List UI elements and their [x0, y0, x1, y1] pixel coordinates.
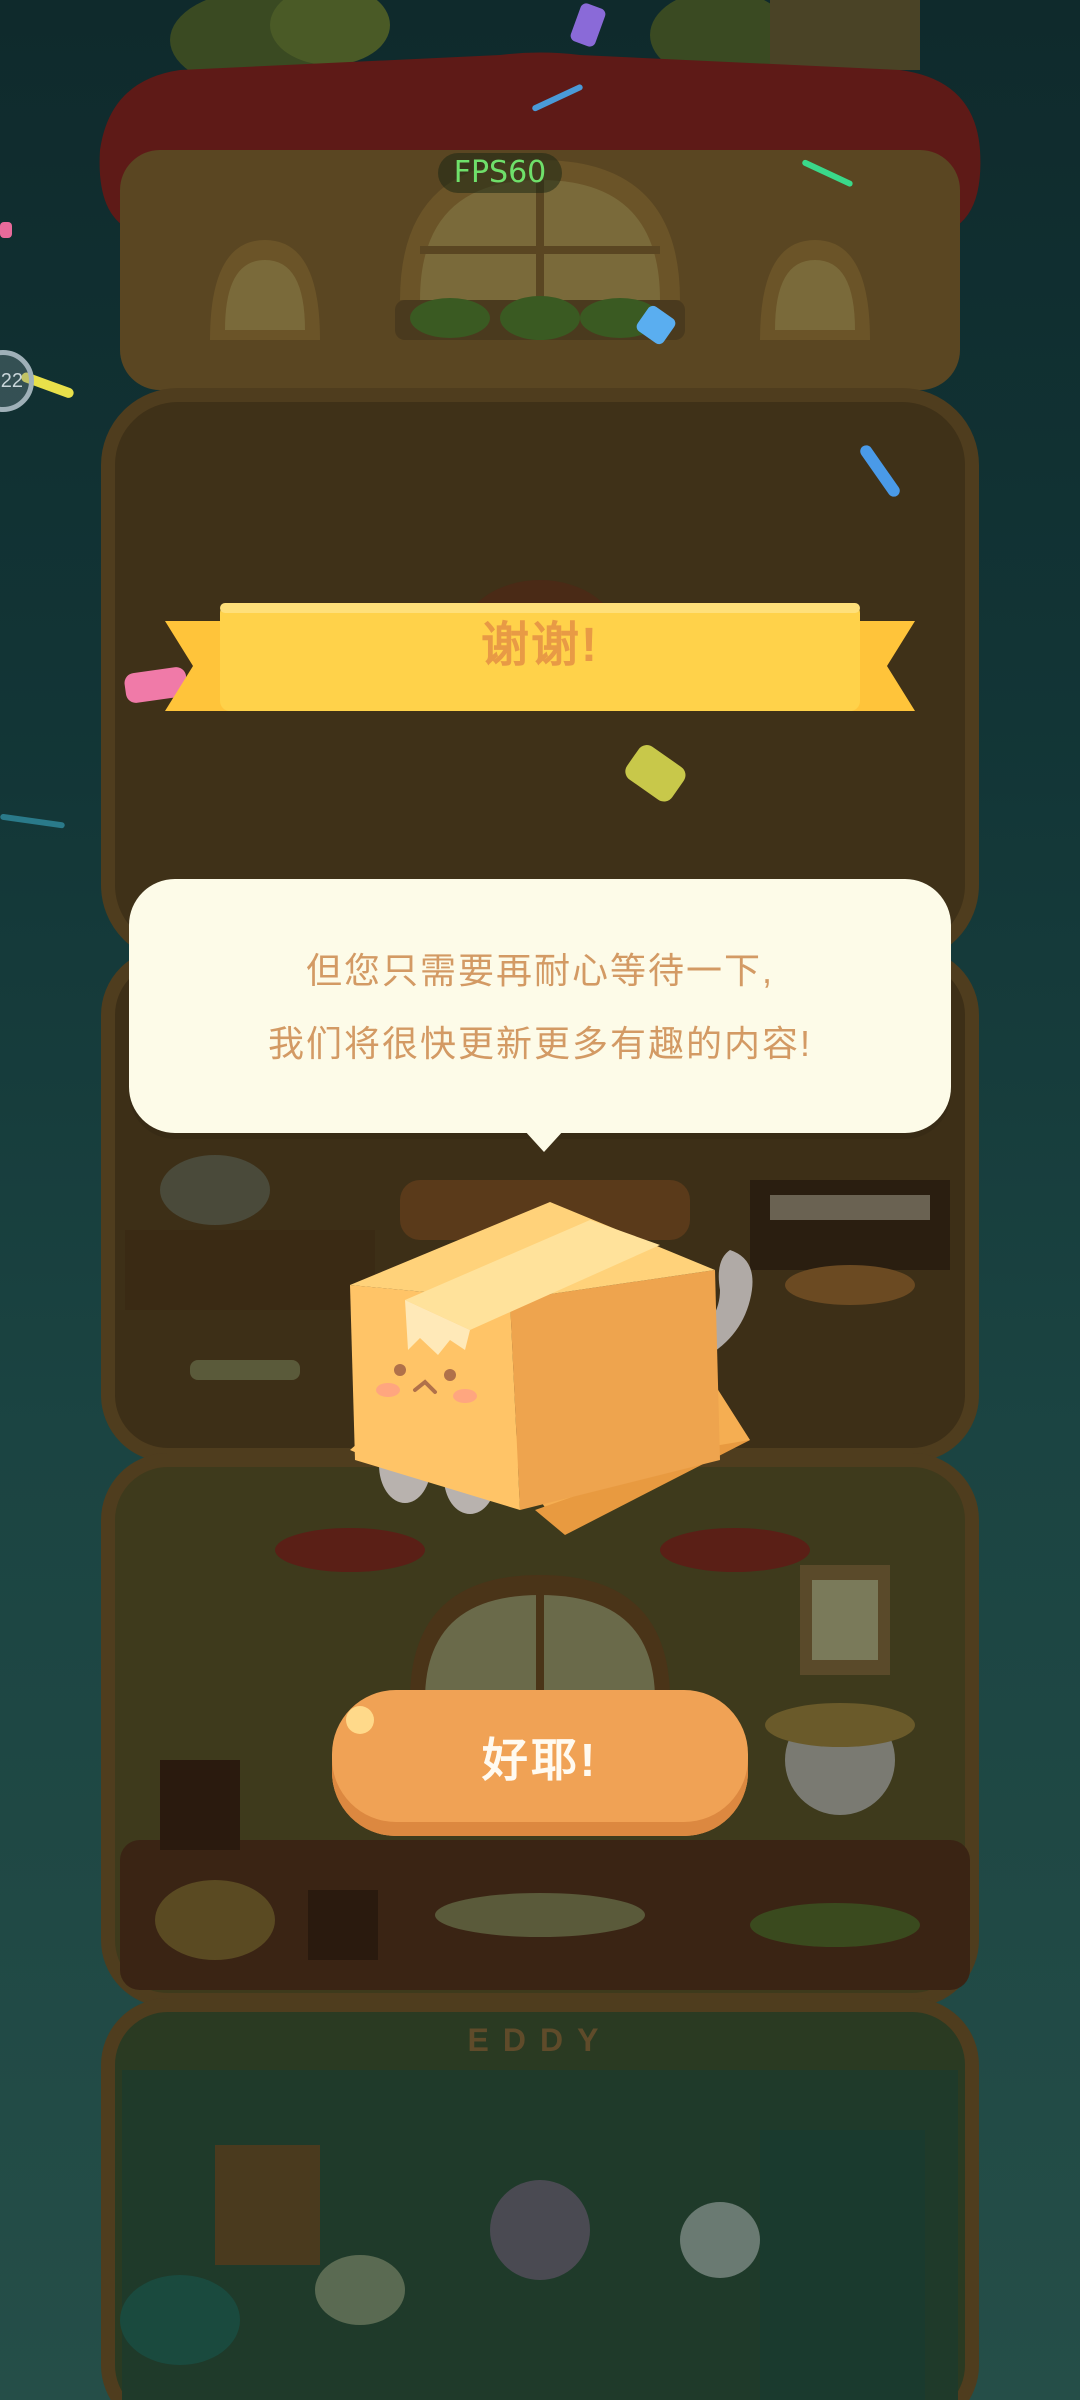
- confirm-button-label: 好耶!: [481, 1734, 599, 1786]
- message-line-1: 但您只需要再耐心等待一下,: [305, 950, 774, 991]
- banner-title: 谢谢!: [481, 619, 599, 672]
- floor-sign: EDDY: [467, 2022, 613, 2058]
- message-line-2: 我们将很快更新更多有趣的内容!: [267, 1023, 812, 1064]
- cardboard-box-cat-icon: [350, 1202, 753, 1535]
- fps-counter: FPS60: [438, 153, 562, 193]
- confirm-button[interactable]: 好耶!: [332, 1690, 748, 1836]
- message-bubble-tail: [524, 1130, 564, 1152]
- message-bubble: [129, 879, 951, 1133]
